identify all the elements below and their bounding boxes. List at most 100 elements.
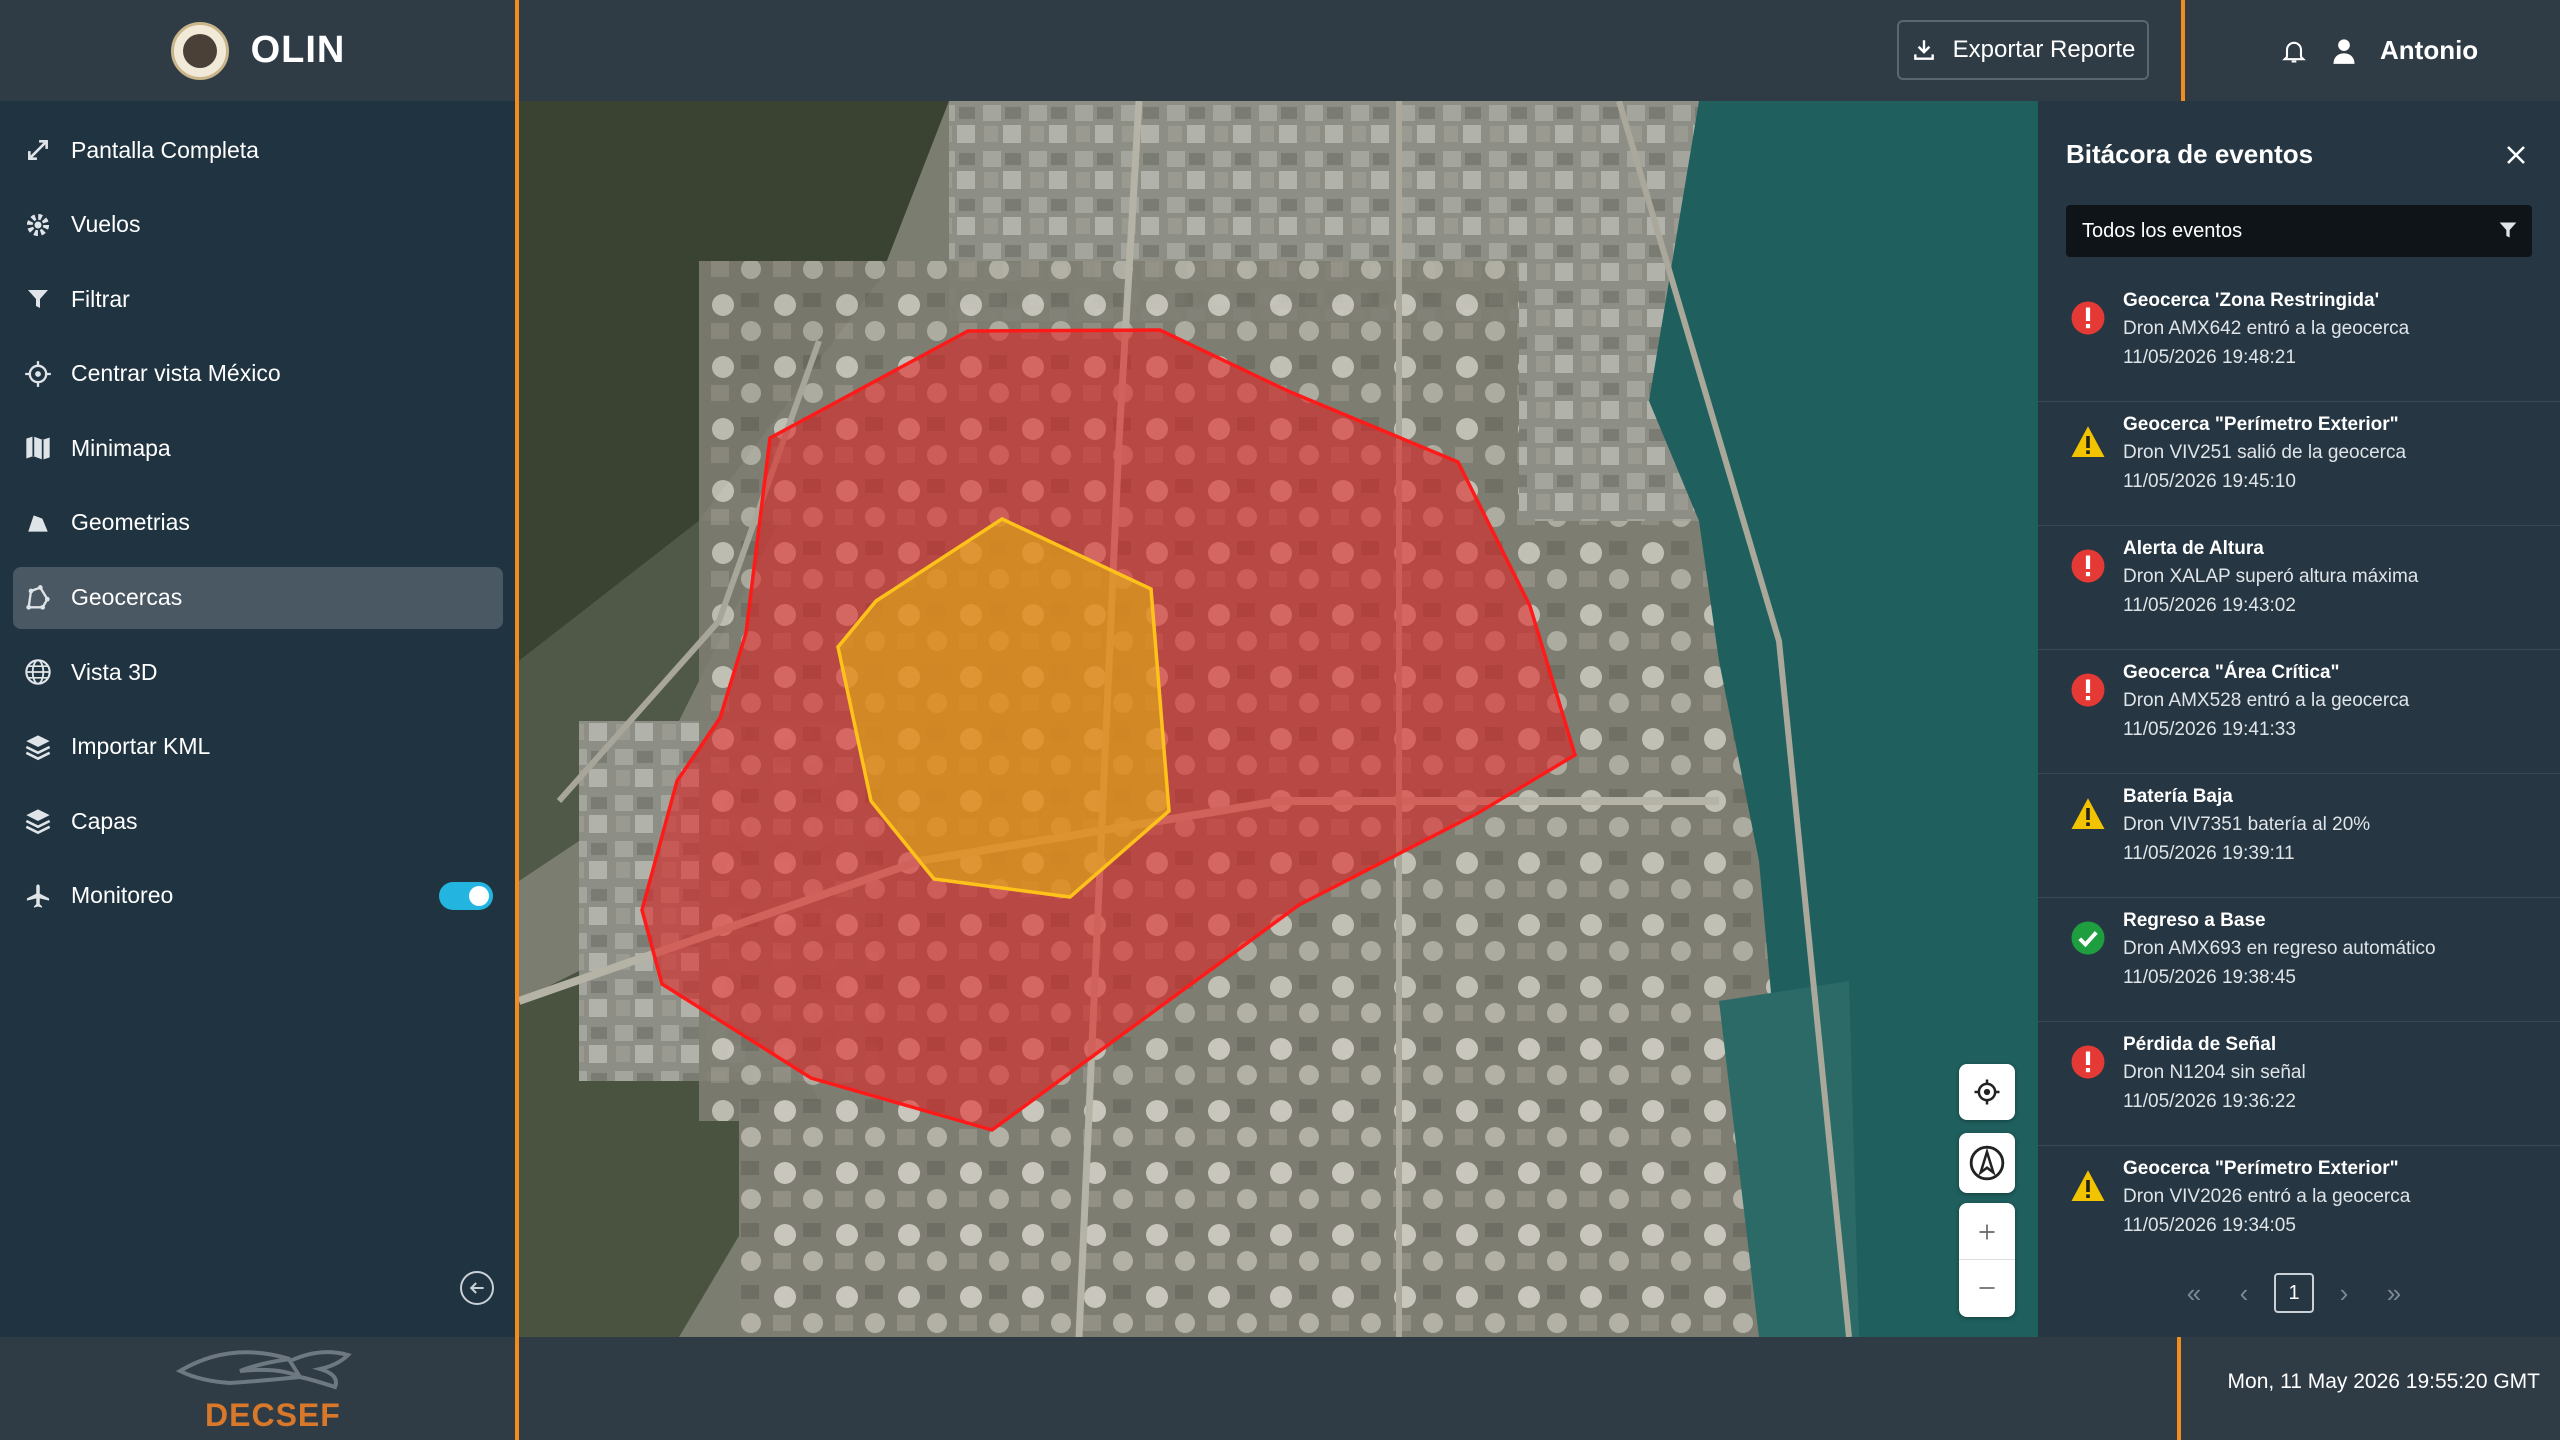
event-time: 11/05/2026 19:38:45 <box>2123 967 2296 988</box>
event-filter-value: Todos los eventos <box>2082 219 2243 242</box>
sidebar-item-capas[interactable]: Capas <box>13 790 503 852</box>
map-icon <box>23 433 53 463</box>
sidebar-item-label: Vuelos <box>71 211 141 238</box>
sidebar-item-label: Monitoreo <box>71 882 174 909</box>
error-icon <box>2071 301 2105 335</box>
sidebar-item-label: Geocercas <box>71 584 183 611</box>
error-icon <box>2071 549 2105 583</box>
event-item[interactable]: Geocerca "Perímetro Exterior" Dron VIV20… <box>2038 1146 2560 1270</box>
sidebar-item-minimapa[interactable]: Minimapa <box>13 417 503 479</box>
layers-icon <box>23 732 53 762</box>
sidebar-item-vuelos[interactable]: Vuelos <box>13 194 503 256</box>
event-time: 11/05/2026 19:43:02 <box>2123 595 2296 616</box>
sidebar-item-geometrias[interactable]: Geometrias <box>13 492 503 554</box>
minus-icon <box>1979 1287 1995 1289</box>
locate-button[interactable] <box>1959 1064 2015 1120</box>
last-page-button[interactable]: » <box>2374 1273 2414 1313</box>
eagle-icon <box>175 1350 352 1390</box>
bell-icon[interactable] <box>2280 36 2308 66</box>
top-bar: OLIN Exportar Reporte Antonio <box>0 0 2560 101</box>
event-item[interactable]: Regreso a Base Dron AMX693 en regreso au… <box>2038 898 2560 1022</box>
event-description: Dron VIV7351 batería al 20% <box>2123 814 2371 835</box>
brand: OLIN <box>0 0 516 101</box>
sidebar-item-label: Capas <box>71 807 138 834</box>
error-icon <box>2071 673 2105 707</box>
plus-icon <box>1979 1224 1995 1239</box>
event-description: Dron AMX642 entró a la geocerca <box>2123 318 2410 339</box>
datetime-display: Mon, 11 May 2026 19:55:20 GMT <box>2227 1370 2540 1393</box>
filter-icon <box>2499 222 2517 238</box>
decsef-logo: DECSEF <box>150 1337 390 1440</box>
event-title: Geocerca "Área Crítica" <box>2123 662 2340 683</box>
event-item[interactable]: Geocerca "Área Crítica" Dron AMX528 entr… <box>2038 650 2560 774</box>
events-panel-title: Bitácora de eventos <box>2066 139 2314 169</box>
map-view[interactable] <box>519 101 2038 1337</box>
event-title: Geocerca "Perímetro Exterior" <box>2123 414 2399 435</box>
sidebar-item-centrar-mexico[interactable]: Centrar vista México <box>13 343 503 405</box>
gear-icon <box>23 210 53 240</box>
sidebar-menu: Pantalla Completa Vuelos Filtrar Centrar… <box>0 101 516 927</box>
sidebar: Pantalla Completa Vuelos Filtrar Centrar… <box>0 101 516 1337</box>
sidebar-item-vista-3d[interactable]: Vista 3D <box>13 641 503 703</box>
event-description: Dron N1204 sin señal <box>2123 1062 2306 1083</box>
event-item[interactable]: Geocerca 'Zona Restringida' Dron AMX642 … <box>2038 278 2560 402</box>
sidebar-item-geocercas[interactable]: Geocercas <box>13 566 503 629</box>
sidebar-item-pantalla-completa[interactable]: Pantalla Completa <box>13 119 503 181</box>
compass-button[interactable] <box>1959 1133 2015 1193</box>
collapse-sidebar-button[interactable] <box>460 1271 494 1305</box>
event-item[interactable]: Pérdida de Señal Dron N1204 sin señal 11… <box>2038 1022 2560 1146</box>
sidebar-item-importar-kml[interactable]: Importar KML <box>13 716 503 778</box>
globe-icon <box>23 657 53 687</box>
close-icon <box>2507 146 2525 164</box>
sidebar-item-label: Geometrias <box>71 509 190 536</box>
event-item[interactable]: Batería Baja Dron VIV7351 batería al 20%… <box>2038 774 2560 898</box>
user-area: Antonio <box>2280 0 2478 101</box>
export-report-button[interactable]: Exportar Reporte <box>1897 20 2149 80</box>
expand-icon <box>23 135 53 165</box>
zoom-controls <box>1959 1203 2015 1317</box>
sidebar-item-label: Filtrar <box>71 285 130 312</box>
event-filter-select[interactable]: Todos los eventos <box>2066 205 2532 257</box>
geofence-icon <box>23 583 53 613</box>
event-time: 11/05/2026 19:41:33 <box>2123 719 2296 740</box>
zoom-out-button[interactable] <box>1959 1260 2015 1316</box>
sidebar-item-label: Importar KML <box>71 733 211 760</box>
user-icon[interactable] <box>2330 36 2358 66</box>
zoom-in-button[interactable] <box>1959 1204 2015 1260</box>
event-description: Dron AMX693 en regreso automático <box>2123 938 2436 959</box>
warning-icon <box>2071 1170 2105 1201</box>
sidebar-item-label: Vista 3D <box>71 658 158 685</box>
plane-icon <box>23 881 53 911</box>
event-description: Dron XALAP superó altura máxima <box>2123 566 2419 587</box>
arrow-left-icon <box>469 1282 484 1294</box>
check-circle-icon <box>2071 921 2105 955</box>
crosshair-icon <box>23 359 53 389</box>
first-page-button[interactable]: « <box>2174 1273 2214 1313</box>
user-name[interactable]: Antonio <box>2380 35 2478 66</box>
event-time: 11/05/2026 19:34:05 <box>2123 1215 2296 1236</box>
layers-icon <box>23 806 53 836</box>
event-title: Regreso a Base <box>2123 910 2266 931</box>
error-icon <box>2071 1045 2105 1079</box>
close-panel-button[interactable] <box>2498 137 2534 173</box>
app-title: OLIN <box>250 29 346 71</box>
event-time: 11/05/2026 19:36:22 <box>2123 1091 2296 1112</box>
current-page[interactable]: 1 <box>2274 1273 2314 1313</box>
events-panel: Bitácora de eventos Todos los eventos Ge… <box>2038 101 2560 1337</box>
sidebar-item-label: Minimapa <box>71 434 171 461</box>
prev-page-button[interactable]: ‹ <box>2224 1273 2264 1313</box>
app-logo <box>170 21 229 80</box>
sidebar-item-label: Centrar vista México <box>71 360 281 387</box>
sidebar-item-label: Pantalla Completa <box>71 136 259 163</box>
next-page-button[interactable]: › <box>2324 1273 2364 1313</box>
event-item[interactable]: Geocerca "Perímetro Exterior" Dron VIV25… <box>2038 402 2560 526</box>
download-icon <box>1913 40 1934 60</box>
event-item[interactable]: Alerta de Altura Dron XALAP superó altur… <box>2038 526 2560 650</box>
warning-icon <box>2071 798 2105 829</box>
monitoreo-toggle[interactable] <box>439 881 493 910</box>
event-title: Geocerca 'Zona Restringida' <box>2123 290 2380 311</box>
sidebar-item-filtrar[interactable]: Filtrar <box>13 268 503 330</box>
event-title: Pérdida de Señal <box>2123 1034 2277 1055</box>
crosshair-icon <box>1974 1079 2000 1105</box>
compass-icon <box>1969 1145 2005 1181</box>
